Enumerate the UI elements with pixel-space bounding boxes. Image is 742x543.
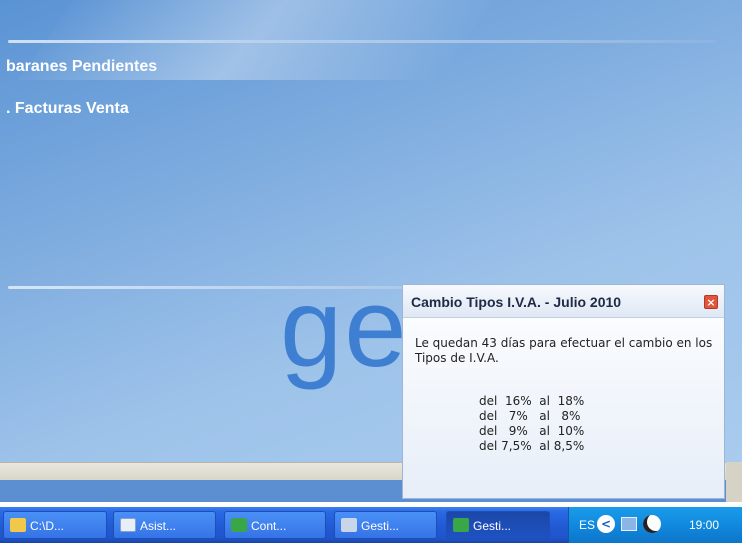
notification-header: Cambio Tipos I.V.A. - Julio 2010 ×: [403, 285, 724, 318]
notification-title: Cambio Tipos I.V.A. - Julio 2010: [411, 294, 622, 310]
taskbar-button-gestion-active[interactable]: Gesti...: [446, 511, 550, 539]
taskbar-button-label: Asist...: [140, 519, 177, 533]
resize-grip[interactable]: [726, 462, 742, 502]
taskbar-button-label: C:\D...: [30, 519, 65, 533]
chevron-left-icon[interactable]: <: [597, 515, 615, 533]
taskbar-button-explorer[interactable]: C:\D...: [3, 511, 107, 539]
app-icon: [231, 518, 247, 532]
menu-link-sales-invoices[interactable]: . Facturas Venta: [6, 100, 129, 118]
taskbar-button-label: Gesti...: [361, 519, 400, 533]
install-icon: [341, 518, 357, 532]
clock[interactable]: 19:00: [689, 518, 719, 532]
rate-row: del 7% al 8%: [479, 409, 581, 423]
taskbar-button-asistente[interactable]: Asist...: [113, 511, 216, 539]
network-icon[interactable]: [621, 517, 637, 531]
rate-row: del 16% al 18%: [479, 394, 585, 408]
notification-body: Le quedan 43 días para efectuar el cambi…: [403, 318, 724, 498]
rate-row: del 9% al 10%: [479, 424, 585, 438]
app-logo: ge: [280, 265, 409, 390]
menu-link-pending[interactable]: baranes Pendientes: [6, 58, 157, 76]
taskbar-button-label: Cont...: [251, 519, 287, 533]
language-indicator[interactable]: ES: [579, 518, 595, 532]
word-document-icon: [120, 518, 136, 532]
taskbar-button-label: Gesti...: [473, 519, 512, 533]
antivirus-icon[interactable]: [643, 515, 661, 533]
folder-icon: [10, 518, 26, 532]
header-divider: [8, 40, 716, 43]
app-icon: [453, 518, 469, 532]
rate-change-list: del 16% al 18% del 7% al 8% del 9% al 10…: [479, 394, 584, 454]
system-tray: ES < 19:00: [568, 507, 742, 543]
taskbar-button-gestion-install[interactable]: Gesti...: [334, 511, 437, 539]
rate-row: del 7,5% al 8,5%: [479, 439, 585, 453]
iva-change-notification: Cambio Tipos I.V.A. - Julio 2010 × Le qu…: [402, 284, 725, 499]
taskbar-button-contabilidad[interactable]: Cont...: [224, 511, 326, 539]
notification-message: Le quedan 43 días para efectuar el cambi…: [415, 336, 713, 365]
close-icon[interactable]: ×: [704, 295, 718, 309]
